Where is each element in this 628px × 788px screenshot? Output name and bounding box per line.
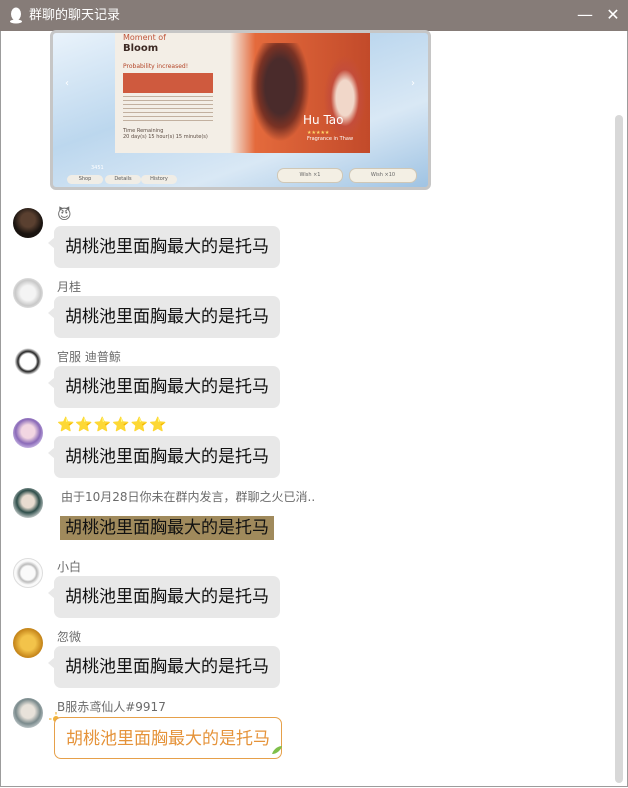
banner-character-name: Hu Tao xyxy=(303,113,344,127)
banner-subtitle: Fragrance in Thaw xyxy=(307,136,354,142)
shared-image-genshin-banner[interactable]: Moment of Bloom Probability increased! T… xyxy=(50,30,431,190)
avatar[interactable] xyxy=(13,698,43,728)
leaf-decoration-icon xyxy=(272,746,282,754)
sender-name: 官服 迪普鲸 xyxy=(57,350,121,364)
chevron-left-icon: ‹ xyxy=(65,78,69,89)
qq-penguin-icon xyxy=(10,7,22,24)
primogem-count: 3451 xyxy=(91,165,104,171)
banner-probability: Probability increased! xyxy=(123,63,189,70)
banner-card: Moment of Bloom Probability increased! T… xyxy=(115,33,370,153)
message-bubble[interactable]: 胡桃池里面胸最大的是托马 xyxy=(48,576,280,618)
banner-bottom-bar: 3451 Shop Details History Wish ×1 Wish ×… xyxy=(53,159,428,187)
banner-time: Time Remaining 20 day(s) 15 hour(s) 15 mi… xyxy=(123,128,208,140)
character-figure xyxy=(245,43,315,151)
scrollbar[interactable] xyxy=(615,115,623,783)
avatar[interactable] xyxy=(13,558,43,588)
message-bubble[interactable]: 胡桃池里面胸最大的是托马 xyxy=(48,366,280,408)
sender-name: 😈 xyxy=(57,207,72,223)
wish-1-button[interactable]: Wish ×1 xyxy=(277,168,343,183)
banner-description xyxy=(123,96,213,124)
message-bubble[interactable]: 胡桃池里面胸最大的是托马 xyxy=(54,717,282,759)
message-bubble[interactable]: 胡桃池里面胸最大的是托马 xyxy=(60,516,274,540)
avatar[interactable] xyxy=(13,488,43,518)
avatar[interactable] xyxy=(13,208,43,238)
avatar[interactable] xyxy=(13,418,43,448)
banner-time-value: 20 day(s) 15 hour(s) 15 minute(s) xyxy=(123,134,208,140)
message-bubble[interactable]: 胡桃池里面胸最大的是托马 xyxy=(48,646,280,688)
sender-name: B服赤鸢仙人#9917 xyxy=(57,700,166,714)
avatar[interactable] xyxy=(13,628,43,658)
close-button[interactable]: ✕ xyxy=(602,4,624,26)
banner-title: Bloom xyxy=(123,43,159,54)
shop-button[interactable]: Shop xyxy=(67,175,103,184)
avatar[interactable] xyxy=(13,278,43,308)
message-bubble[interactable]: 胡桃池里面胸最大的是托马 xyxy=(48,436,280,478)
sender-name: 忽微 xyxy=(57,630,82,644)
window-title: 群聊的聊天记录 xyxy=(29,8,121,23)
minimize-button[interactable]: — xyxy=(574,4,596,26)
sender-name: 小白 xyxy=(57,560,82,574)
banner-title-small: Moment of xyxy=(123,33,166,42)
message-bubble[interactable]: 胡桃池里面胸最大的是托马 xyxy=(48,226,280,268)
sender-name: 由于10月28日你未在群内发言，群聊之火已消.. xyxy=(61,490,316,504)
banner-character-subtitle: ★★★★★ Fragrance in Thaw xyxy=(307,130,353,142)
banner-info-box xyxy=(123,73,213,93)
history-button[interactable]: History xyxy=(141,175,177,184)
message-bubble[interactable]: 胡桃池里面胸最大的是托马 xyxy=(48,296,280,338)
wish-10-button[interactable]: Wish ×10 xyxy=(349,168,417,183)
sender-name: ⭐⭐⭐⭐⭐⭐ xyxy=(57,417,168,433)
avatar[interactable] xyxy=(13,348,43,378)
sender-name: 月桂 xyxy=(57,280,82,294)
chevron-right-icon: › xyxy=(411,78,415,89)
details-button[interactable]: Details xyxy=(105,175,141,184)
title-bar: 群聊的聊天记录 — ✕ xyxy=(0,0,628,31)
